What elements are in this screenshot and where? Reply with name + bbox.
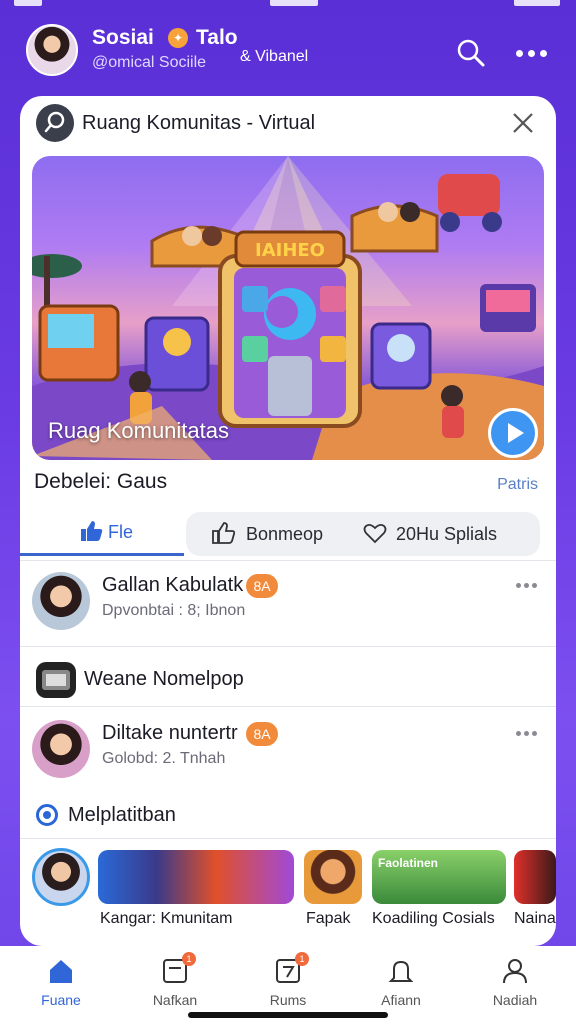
story-label: Kangar: Kmunitam	[100, 910, 233, 927]
heart-icon[interactable]	[362, 520, 388, 546]
card-search-icon[interactable]	[36, 104, 74, 142]
post-author[interactable]: Gallan Kabulatk	[102, 574, 243, 597]
nav-badge: 1	[295, 952, 309, 966]
status-time	[270, 0, 318, 6]
app-name: Sosiai	[92, 26, 154, 49]
post-badge: 8A	[246, 722, 278, 746]
divider	[20, 560, 556, 561]
story-label: Naina	[514, 910, 556, 927]
profile-icon	[503, 959, 527, 984]
box-icon: 1	[273, 952, 309, 986]
post-item[interactable]: Gallan Kabulatk 8A Dpvonbtai : 8; Ibnon	[20, 566, 556, 650]
nav-label: Nadiah	[492, 992, 538, 1008]
app-badge-icon: ✦	[168, 28, 188, 48]
post-meta: Dpvonbtai : 8; Ibnon	[102, 602, 246, 619]
card-title: Ruang Komunitas - Virtual	[82, 112, 316, 134]
post-badge: 8A	[246, 574, 278, 598]
post-author[interactable]: Diltake nuntertr	[102, 722, 238, 745]
story-thumb[interactable]: Faolatinen	[372, 850, 506, 904]
hero-label: Ruag Komunitatas	[48, 418, 229, 443]
more-options-icon[interactable]	[516, 38, 550, 68]
app-subtitle-2: & Vibanel	[240, 48, 309, 65]
tab-pill: Bonmeop 20Hu Splials	[186, 512, 540, 556]
thumbs-outline-icon[interactable]	[210, 520, 236, 546]
nav-label: Rums	[269, 992, 307, 1008]
divider	[20, 706, 556, 707]
post-item[interactable]: Diltake nuntertr 8A Golobd: 2. Tnhah	[20, 714, 556, 798]
story-label: Fapak	[306, 910, 351, 927]
divider	[20, 838, 556, 839]
tab-like-label: Fle	[108, 522, 134, 542]
tab-comment-label[interactable]: Bonmeop	[246, 524, 323, 545]
story-thumb[interactable]	[98, 850, 294, 904]
avatar[interactable]	[32, 572, 90, 630]
chat-icon: 1	[160, 952, 196, 986]
divider	[20, 646, 556, 647]
tab-share-label[interactable]: 20Hu Splials	[396, 524, 497, 545]
section-row: Debelei: Gaus Patris	[20, 468, 556, 498]
list-item-label: Melplatitban	[68, 804, 176, 826]
search-icon[interactable]	[456, 38, 486, 68]
status-bar	[0, 0, 576, 12]
story-thumb-text: Faolatinen	[378, 856, 439, 870]
app-subtitle: @omical Sociile	[92, 54, 207, 71]
post-meta: Golobd: 2. Tnhah	[102, 750, 226, 767]
list-item[interactable]: Melplatitban	[20, 796, 556, 836]
nav-label: Afiann	[381, 992, 421, 1008]
nav-profile[interactable]: Nadiah	[470, 954, 560, 1012]
list-item-label: Weane Nomelpop	[84, 668, 244, 690]
hero-illustration: IAIHEO	[32, 156, 544, 460]
story-label: Koadiling Cosials	[372, 910, 495, 927]
story-thumb[interactable]	[304, 850, 362, 904]
avatar[interactable]	[32, 720, 90, 778]
bell-icon	[388, 960, 414, 982]
thumbs-up-icon	[81, 521, 103, 541]
story-thumb[interactable]	[514, 850, 556, 904]
card-title-row: Ruang Komunitas - Virtual	[20, 96, 556, 154]
check-circle-icon	[36, 804, 58, 826]
tab-like[interactable]: Fle	[20, 512, 184, 556]
nav-label: Fuane	[41, 992, 81, 1008]
signal-icon	[14, 0, 42, 6]
section-title: Debelei: Gaus	[34, 470, 168, 493]
nav-label: Nafkan	[152, 992, 198, 1008]
close-icon[interactable]	[510, 110, 536, 136]
app-name-2: Talo	[196, 26, 238, 49]
section-link[interactable]: Patris	[497, 476, 538, 494]
hero-image[interactable]: IAIHEO Ruag Komunitatas	[32, 156, 544, 460]
more-icon[interactable]	[516, 728, 540, 738]
play-icon[interactable]	[488, 408, 538, 458]
battery-icon	[514, 0, 560, 6]
nav-box[interactable]: 1 Rums	[243, 952, 333, 1012]
reaction-tabs: Fle Bonmeop 20Hu Splials	[20, 512, 556, 556]
hero-sign-text: IAIHEO	[255, 240, 325, 261]
community-card: Ruang Komunitas - Virtual IAIHEO Ruag Ko…	[20, 96, 556, 946]
app-header: Sosiai ✦ Talo @omical Sociile & Vibanel	[0, 18, 576, 88]
nav-bell[interactable]: Afiann	[356, 954, 446, 1012]
more-icon[interactable]	[516, 580, 540, 590]
stories-row: Faolatinen Kangar: Kmunitam Fapak Koadil…	[20, 846, 556, 938]
home-icon	[50, 960, 72, 983]
list-item[interactable]: Weane Nomelpop	[20, 654, 556, 704]
story-avatar[interactable]	[32, 848, 90, 906]
nav-home[interactable]: Fuane	[16, 954, 106, 1012]
home-indicator[interactable]	[188, 1012, 388, 1018]
nav-chat[interactable]: 1 Nafkan	[130, 952, 220, 1012]
nav-badge: 1	[182, 952, 196, 966]
avatar[interactable]	[26, 24, 78, 76]
media-icon	[36, 662, 76, 698]
